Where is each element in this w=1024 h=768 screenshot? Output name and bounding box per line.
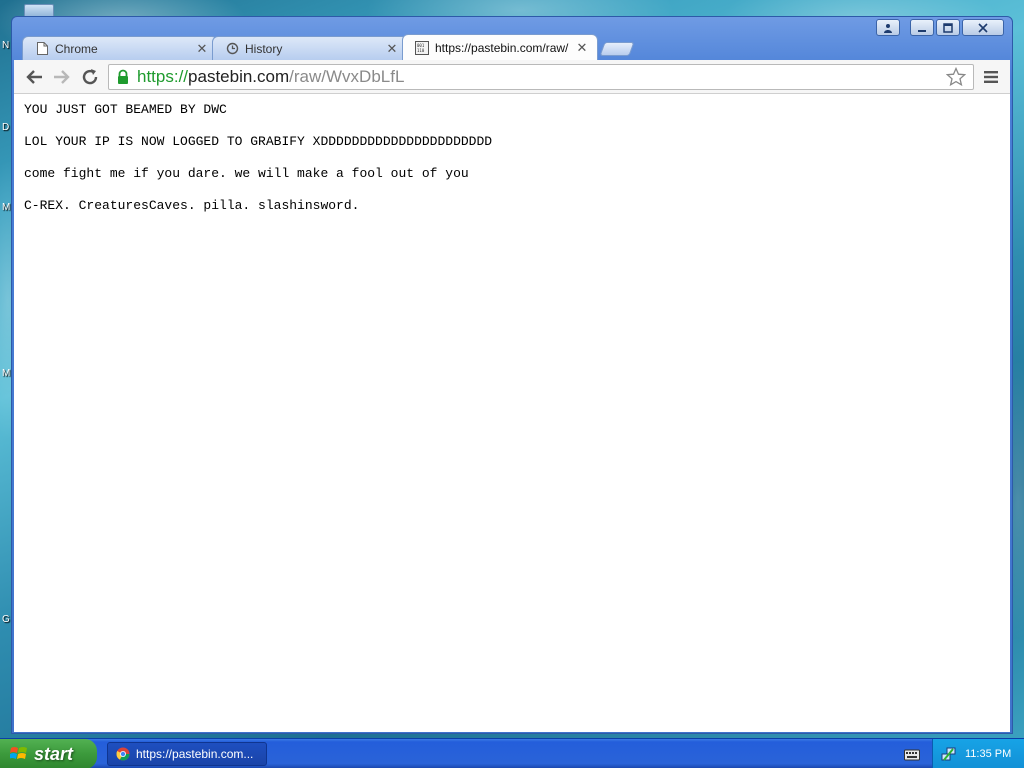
paste-line: LOL YOUR IP IS NOW LOGGED TO GRABIFY XDD… [24,134,493,149]
lock-icon [118,69,128,84]
taskbar-item-chrome[interactable]: https://pastebin.com... [107,742,267,766]
maximize-button[interactable] [936,19,960,36]
desktop-icon-label[interactable]: G [2,614,10,625]
taskbar: start https://pastebin.com... 11:35 PM [0,738,1024,768]
clock[interactable]: 11:35 PM [965,748,1011,760]
forward-button[interactable] [48,63,76,91]
reload-icon [82,68,98,84]
url-host: pastebin.com [188,66,290,86]
tab-title: https://pastebin.com/raw/ [435,40,569,55]
maximize-icon [943,22,953,33]
tab-strip: Chrome ✕ History ✕ 001 110 https://pasteb… [22,34,635,60]
keyboard-icon[interactable] [904,747,920,761]
tab-history[interactable]: History ✕ [212,36,408,60]
paste-line: C-REX. CreaturesCaves. pilla. slashinswo… [24,198,360,213]
page-icon [35,42,49,56]
history-icon [225,42,239,56]
start-label: start [34,743,74,764]
back-arrow-icon [26,69,42,84]
forward-arrow-icon [54,69,70,84]
paste-line: YOU JUST GOT BEAMED BY DWC [24,102,227,117]
close-icon[interactable]: ✕ [575,40,589,55]
bookmark-star-icon[interactable] [945,66,967,88]
user-icon[interactable] [876,19,900,36]
close-icon[interactable]: ✕ [195,41,209,56]
new-tab-button[interactable] [599,42,635,56]
start-button[interactable]: start [0,739,97,768]
close-icon[interactable]: ✕ [385,41,399,56]
browser-window: Chrome ✕ History ✕ 001 110 https://pasteb… [11,16,1013,734]
url-scheme: https:// [137,66,189,86]
close-icon [978,22,988,33]
windows-flag-icon [10,747,27,759]
pastebin-icon: 001 110 [415,40,429,55]
close-button[interactable] [962,19,1004,36]
taskbar-item-label: https://pastebin.com... [136,747,254,761]
desktop-icon-label[interactable]: N [2,40,9,51]
address-bar[interactable]: https:// pastebin.com /raw/WvxDbLfL [108,63,974,90]
reload-button[interactable] [76,63,104,91]
system-tray: 11:35 PM [932,739,1024,768]
tab-title: Chrome [55,41,98,56]
back-button[interactable] [20,63,48,91]
browser-toolbar: https:// pastebin.com /raw/WvxDbLfL [14,60,1010,94]
desktop-icon-label[interactable]: M [2,202,10,213]
chrome-icon [116,747,130,761]
url-path: /raw/WvxDbLfL [289,66,405,86]
paste-line: come fight me if you dare. we will make … [24,166,469,181]
tab-pastebin[interactable]: 001 110 https://pastebin.com/raw/ ✕ [402,34,598,60]
hamburger-menu-icon [984,70,998,83]
menu-button[interactable] [978,64,1004,90]
tab-title: History [245,41,283,56]
window-controls [876,19,1004,36]
minimize-button[interactable] [910,19,934,36]
page-content: YOU JUST GOT BEAMED BY DWC LOL YOUR IP I… [14,94,1010,732]
svg-text:110: 110 [417,48,425,53]
network-icon[interactable] [941,746,957,762]
minimize-icon [918,29,926,32]
desktop-icon-label[interactable]: D [2,122,9,133]
tab-chrome[interactable]: Chrome ✕ [22,36,218,60]
desktop-icon-label[interactable]: M [2,368,10,379]
